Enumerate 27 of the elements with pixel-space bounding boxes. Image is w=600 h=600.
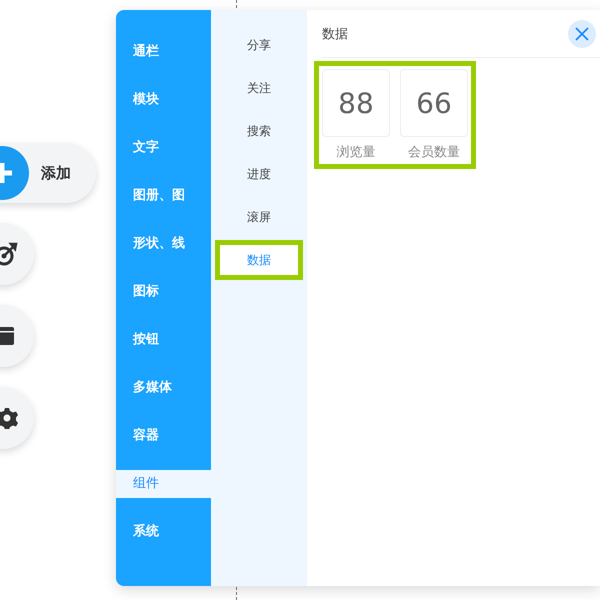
category-item[interactable]: 多媒体 — [116, 374, 211, 402]
subcategory-item[interactable]: 关注 — [221, 68, 297, 108]
close-icon — [575, 26, 589, 40]
panel-title: 数据 — [322, 26, 348, 42]
category-item[interactable]: 容器 — [116, 422, 211, 450]
category-item[interactable]: 按钮 — [116, 326, 211, 354]
add-button[interactable]: 添加 — [0, 143, 96, 203]
subcategory-item[interactable]: 分享 — [221, 25, 297, 65]
category-item[interactable]: 图册、图 — [116, 182, 211, 210]
subcategory-item[interactable]: 进度 — [221, 154, 297, 194]
category-item[interactable]: 系统 — [116, 518, 211, 546]
subcategory-item[interactable]: 滚屏 — [221, 197, 297, 237]
stat-card[interactable]: 66 — [400, 69, 468, 137]
category-item[interactable]: 图标 — [116, 278, 211, 306]
category-item[interactable]: 形状、线 — [116, 230, 211, 258]
subcategory-item[interactable]: 搜索 — [221, 111, 297, 151]
stat-card[interactable]: 88 — [322, 69, 390, 137]
close-button[interactable] — [568, 20, 596, 48]
category-item[interactable]: 文字 — [116, 134, 211, 162]
settings-icon — [0, 407, 18, 429]
subcategory-item[interactable]: 数据 — [215, 240, 303, 280]
stat-label: 浏览量 — [336, 144, 376, 161]
target-icon — [0, 242, 18, 266]
stat-label: 会员数量 — [408, 144, 460, 161]
category-item[interactable]: 组件 — [116, 470, 211, 498]
category-item[interactable]: 通栏 — [116, 38, 211, 66]
category-item[interactable]: 模块 — [116, 86, 211, 114]
